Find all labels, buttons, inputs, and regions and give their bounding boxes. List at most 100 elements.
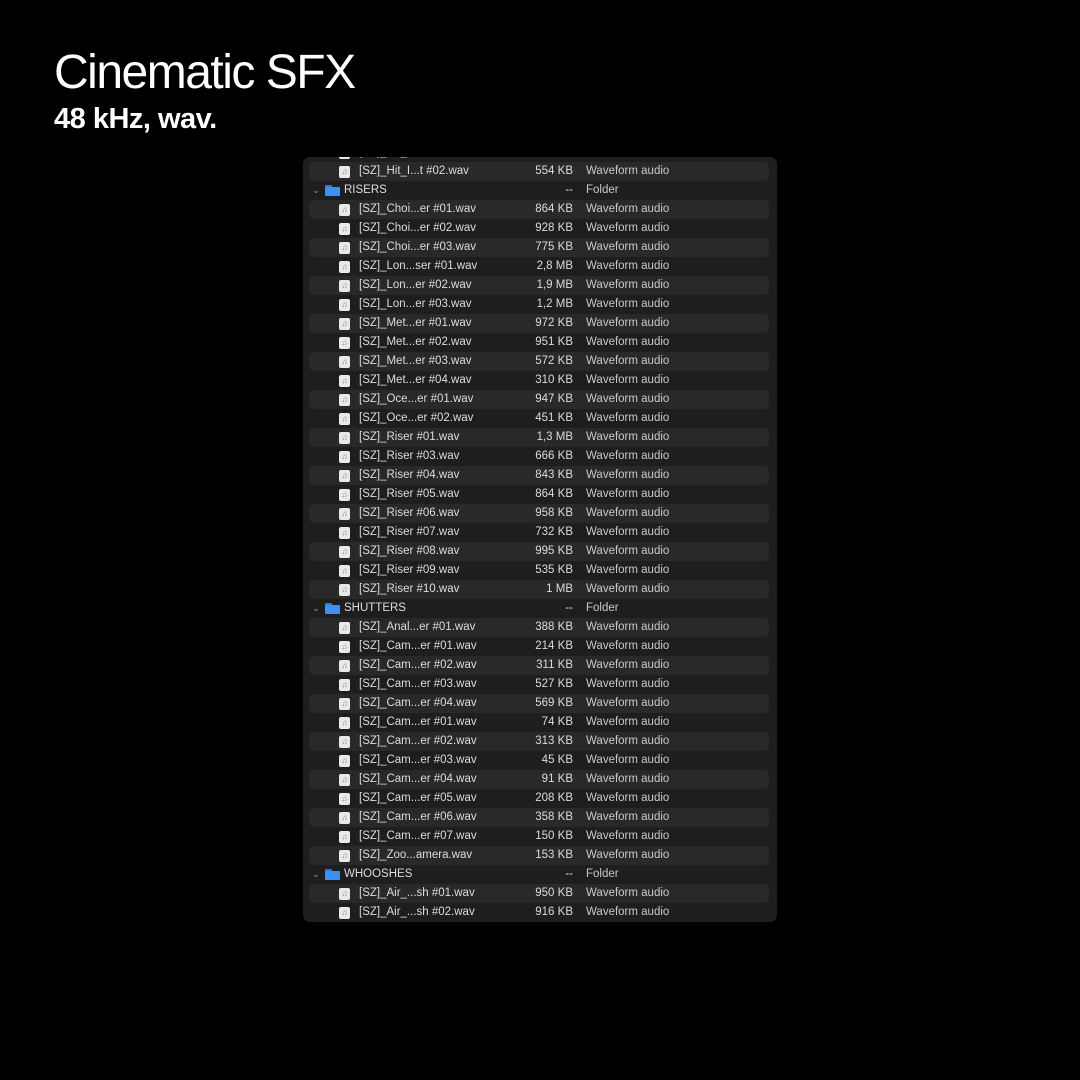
file-row[interactable]: ♫ [SZ]_Riser #08.wav 995 KB Waveform audio <box>303 542 777 561</box>
item-kind: Waveform audio <box>586 431 670 443</box>
file-row[interactable]: ♫ [SZ]_Hit_I...t #02.wav 554 KB Waveform au… <box>303 162 777 181</box>
file-row[interactable]: ♫ [SZ]_Cam...er #02.wav 313 KB Waveform aud… <box>303 732 777 751</box>
folder-row[interactable]: ⌄ WHOOSHES -- Folder <box>303 865 777 884</box>
file-row[interactable]: ♫ [SZ]_Met...er #02.wav 951 KB Waveform aud… <box>303 333 777 352</box>
file-row[interactable]: ♫ [SZ]_Cam...er #06.wav 358 KB Waveform aud… <box>303 808 777 827</box>
file-row[interactable]: ♫ [SZ]_Choi...er #03.wav 775 KB Waveform au… <box>303 238 777 257</box>
file-row[interactable]: ♫ [SZ]_Met...er #01.wav 972 KB Waveform aud… <box>303 314 777 333</box>
file-row[interactable]: ♫ [SZ]_Met...er #03.wav 572 KB Waveform aud… <box>303 352 777 371</box>
item-size: 388 KB <box>535 621 573 633</box>
audio-file-icon: ♫ <box>339 280 350 292</box>
item-size: 916 KB <box>535 906 573 918</box>
item-size: 732 KB <box>535 526 573 538</box>
item-kind: Waveform audio <box>586 545 670 557</box>
file-row[interactable]: ♫ [SZ]_Cam...er #03.wav 527 KB Waveform aud… <box>303 675 777 694</box>
file-row[interactable]: ♫ [SZ]_Cam...er #04.wav 91 KB Waveform audi… <box>303 770 777 789</box>
file-row[interactable]: ♫ [SZ]_Lon...ser #01.wav 2,8 MB Waveform au… <box>303 257 777 276</box>
item-kind: Waveform audio <box>586 336 670 348</box>
item-size: 451 KB <box>535 412 573 424</box>
audio-file-icon: ♫ <box>339 223 350 235</box>
item-kind: Waveform audio <box>586 279 670 291</box>
item-kind: Waveform audio <box>586 621 670 633</box>
file-row[interactable]: ♫ [SZ]_Riser #05.wav 864 KB Waveform audio <box>303 485 777 504</box>
item-size: 947 KB <box>535 393 573 405</box>
item-size: -- <box>565 602 573 614</box>
item-name: WHOOSHES <box>344 868 413 880</box>
item-name: [SZ]_Anal...er #01.wav <box>359 621 476 633</box>
file-row[interactable]: ♫ [SZ]_Riser #09.wav 535 KB Waveform audio <box>303 561 777 580</box>
item-name: [SZ]_Riser #10.wav <box>359 583 460 595</box>
item-size: 313 KB <box>535 735 573 747</box>
page-title: Cinematic SFX <box>54 46 356 99</box>
file-row[interactable]: ♫ [SZ]_Cam...er #02.wav 311 KB Waveform aud… <box>303 656 777 675</box>
audio-file-icon: ♫ <box>339 318 350 330</box>
item-name: [SZ]_Met...er #01.wav <box>359 317 472 329</box>
item-name: [SZ]_Riser #09.wav <box>359 564 460 576</box>
item-kind: Waveform audio <box>586 298 670 310</box>
item-kind: Folder <box>586 184 619 196</box>
item-kind: Folder <box>586 602 619 614</box>
chevron-down-icon[interactable]: ⌄ <box>312 599 320 618</box>
item-name: [SZ]_Met...er #02.wav <box>359 336 472 348</box>
file-row[interactable]: ♫ [SZ]_Choi...er #02.wav 928 KB Waveform au… <box>303 219 777 238</box>
item-size: 864 KB <box>535 488 573 500</box>
item-size: 1 MB <box>546 583 573 595</box>
file-row[interactable]: ♫ [SZ]_Riser #03.wav 666 KB Waveform audio <box>303 447 777 466</box>
file-row[interactable]: ♫ [SZ]_Riser #10.wav 1 MB Waveform audio <box>303 580 777 599</box>
audio-file-icon: ♫ <box>339 204 350 216</box>
file-row[interactable]: ♫ [SZ]_Zoo...amera.wav 153 KB Waveform audi… <box>303 846 777 865</box>
file-row[interactable]: ♫ [SZ]_Cam...er #01.wav 214 KB Waveform aud… <box>303 637 777 656</box>
item-name: [SZ]_Choi...er #01.wav <box>359 203 476 215</box>
file-row[interactable]: ♫ [SZ]_Air_...sh #01.wav 950 KB Waveform au… <box>303 884 777 903</box>
file-row[interactable]: ♫ [SZ]_Lon...er #03.wav 1,2 MB Waveform aud… <box>303 295 777 314</box>
file-row[interactable]: ♫ [SZ]_Air_...sh #02.wav 916 KB Waveform au… <box>303 903 777 922</box>
item-name: [SZ]_Cam...er #05.wav <box>359 792 477 804</box>
file-row[interactable]: ♫ [SZ]_Met...er #04.wav 310 KB Waveform aud… <box>303 371 777 390</box>
item-kind: Waveform audio <box>586 659 670 671</box>
chevron-down-icon[interactable]: ⌄ <box>312 181 320 200</box>
file-row[interactable]: ♫ [SZ]_Riser #07.wav 732 KB Waveform audio <box>303 523 777 542</box>
audio-file-icon: ♫ <box>339 166 350 178</box>
file-row[interactable]: ♫ [SZ]_Oce...er #02.wav 451 KB Waveform aud… <box>303 409 777 428</box>
item-size: 214 KB <box>535 640 573 652</box>
audio-file-icon: ♫ <box>339 793 350 805</box>
file-row[interactable]: ♫ [SZ]_Riser #06.wav 958 KB Waveform audio <box>303 504 777 523</box>
item-kind: Waveform audio <box>586 241 670 253</box>
file-row[interactable]: ♫ [SZ]_Oce...er #01.wav 947 KB Waveform aud… <box>303 390 777 409</box>
item-kind: Waveform audio <box>586 735 670 747</box>
item-size: 995 KB <box>535 545 573 557</box>
item-kind: Waveform audio <box>586 317 670 329</box>
finder-file-list[interactable]: ♫[SZ]_Hit_I...ct #01.wav664 KBWaveform a… <box>303 157 777 922</box>
item-name: [SZ]_Oce...er #01.wav <box>359 393 474 405</box>
audio-file-icon: ♫ <box>339 242 350 254</box>
file-row[interactable]: ♫ [SZ]_Cam...er #01.wav 74 KB Waveform audi… <box>303 713 777 732</box>
item-name: [SZ]_Cam...er #01.wav <box>359 640 477 652</box>
item-size: 972 KB <box>535 317 573 329</box>
file-row[interactable]: ♫ [SZ]_Cam...er #07.wav 150 KB Waveform aud… <box>303 827 777 846</box>
file-row[interactable]: ♫ [SZ]_Cam...er #05.wav 208 KB Waveform aud… <box>303 789 777 808</box>
file-row[interactable]: ♫ [SZ]_Riser #04.wav 843 KB Waveform audio <box>303 466 777 485</box>
item-size: 1,2 MB <box>536 298 573 310</box>
file-row[interactable]: ♫ [SZ]_Cam...er #03.wav 45 KB Waveform audi… <box>303 751 777 770</box>
file-row[interactable]: ♫ [SZ]_Cam...er #04.wav 569 KB Waveform aud… <box>303 694 777 713</box>
item-kind: Waveform audio <box>586 773 670 785</box>
item-size: -- <box>565 184 573 196</box>
item-kind: Waveform audio <box>586 716 670 728</box>
item-kind: Waveform audio <box>586 811 670 823</box>
folder-icon <box>325 869 340 880</box>
item-name: [SZ]_Cam...er #06.wav <box>359 811 477 823</box>
item-kind: Waveform audio <box>586 583 670 595</box>
folder-row[interactable]: ⌄ RISERS -- Folder <box>303 181 777 200</box>
audio-file-icon: ♫ <box>339 508 350 520</box>
file-row[interactable]: ♫ [SZ]_Choi...er #01.wav 864 KB Waveform au… <box>303 200 777 219</box>
file-row[interactable]: ♫ [SZ]_Lon...er #02.wav 1,9 MB Waveform aud… <box>303 276 777 295</box>
item-size: 358 KB <box>535 811 573 823</box>
folder-row[interactable]: ⌄ SHUTTERS -- Folder <box>303 599 777 618</box>
item-kind: Waveform audio <box>586 374 670 386</box>
chevron-down-icon[interactable]: ⌄ <box>312 865 320 884</box>
item-size: 311 KB <box>536 659 573 671</box>
item-name: [SZ]_Riser #08.wav <box>359 545 460 557</box>
audio-file-icon: ♫ <box>339 413 350 425</box>
file-row[interactable]: ♫ [SZ]_Riser #01.wav 1,3 MB Waveform audio <box>303 428 777 447</box>
file-row[interactable]: ♫ [SZ]_Anal...er #01.wav 388 KB Waveform au… <box>303 618 777 637</box>
